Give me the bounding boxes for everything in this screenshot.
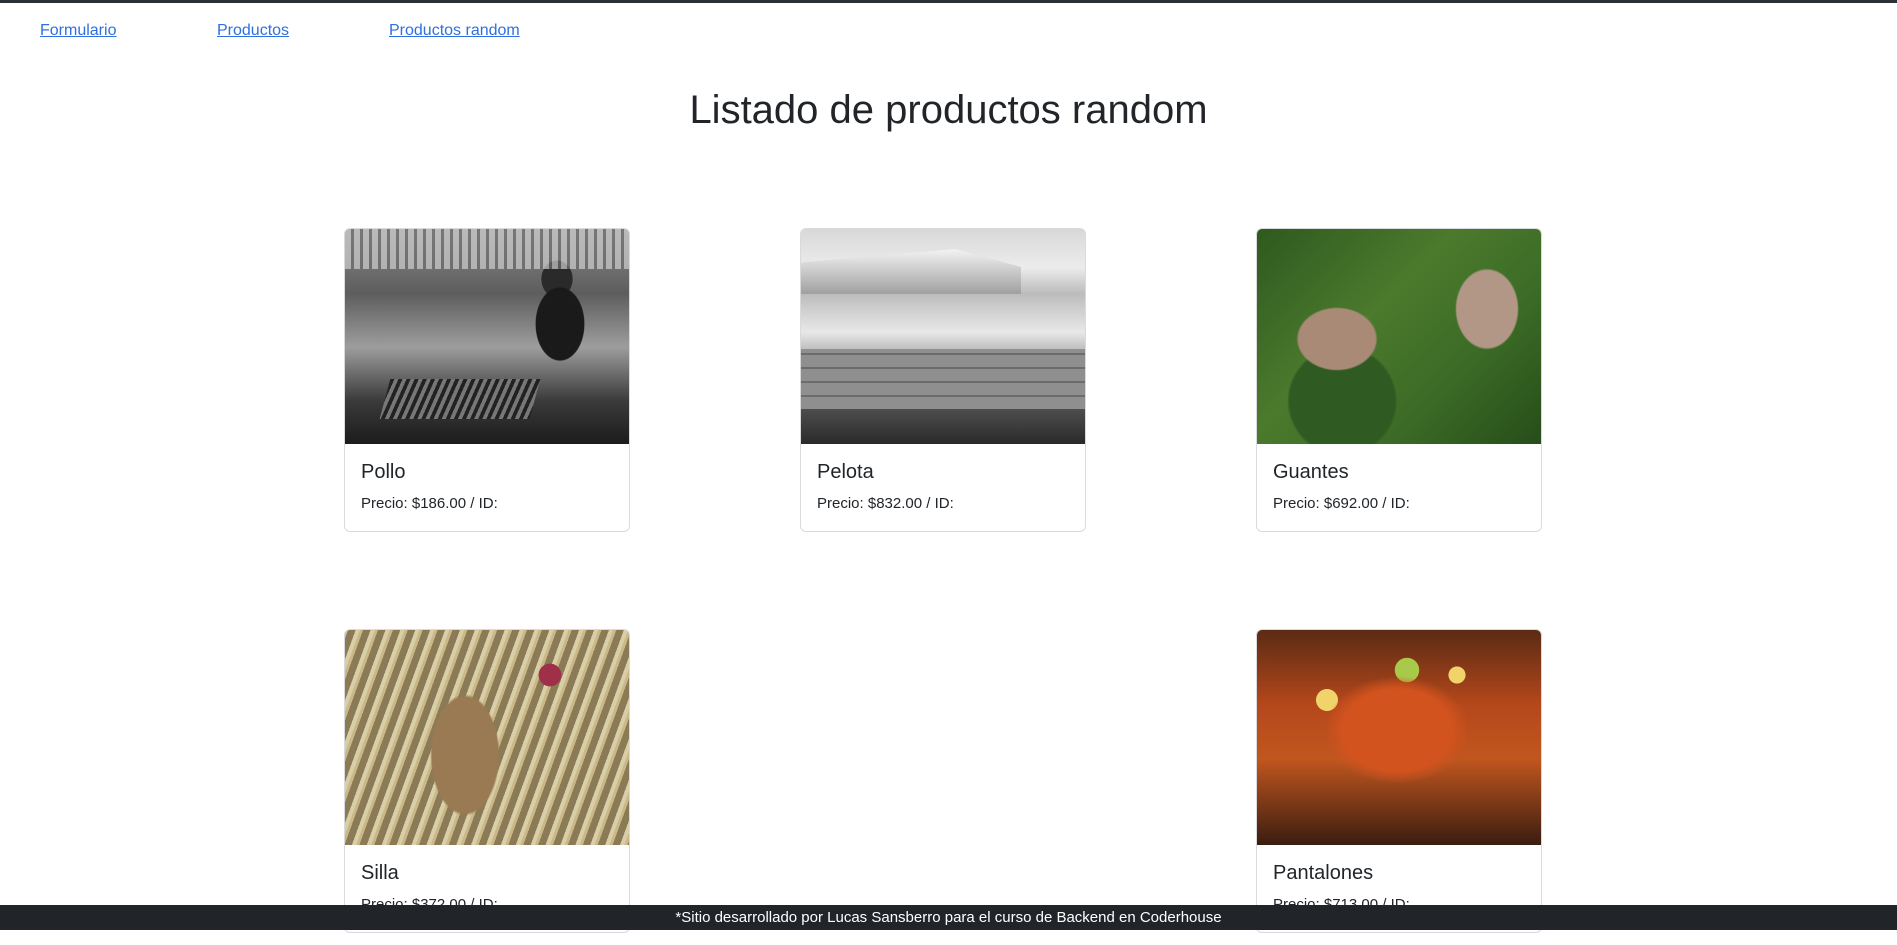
product-price: Precio: $186.00 / ID: xyxy=(361,495,498,512)
product-price: Precio: $692.00 / ID: xyxy=(1273,495,1410,512)
crayfish-photo xyxy=(1257,630,1541,845)
product-card: Pelota Precio: $832.00 / ID: xyxy=(800,228,1086,532)
chef-photo xyxy=(345,229,629,444)
product-card: Silla Precio: $372.00 / ID: xyxy=(344,629,630,933)
page-title: Listado de productos random xyxy=(689,88,1208,132)
product-card: Pantalones Precio: $713.00 / ID: xyxy=(1256,629,1542,933)
product-price: Precio: $832.00 / ID: xyxy=(817,495,954,512)
product-name: Guantes xyxy=(1273,461,1349,483)
product-name: Pantalones xyxy=(1273,862,1374,884)
card-body: Pollo Precio: $186.00 / ID: xyxy=(345,444,629,528)
harbor-photo xyxy=(801,229,1085,444)
card-body: Guantes Precio: $692.00 / ID: xyxy=(1257,444,1541,528)
nav-link-productos[interactable]: Productos xyxy=(217,22,289,40)
mushroom-photo xyxy=(1257,229,1541,444)
product-name: Silla xyxy=(361,862,399,884)
top-border xyxy=(0,0,1897,3)
squirrel-photo xyxy=(345,630,629,845)
card-body: Pelota Precio: $832.00 / ID: xyxy=(801,444,1085,528)
site-footer: *Sitio desarrollado por Lucas Sansberro … xyxy=(0,905,1897,930)
nav-link-productos-random[interactable]: Productos random xyxy=(389,22,520,40)
product-card: Pollo Precio: $186.00 / ID: xyxy=(344,228,630,532)
product-name: Pollo xyxy=(361,461,406,483)
product-name: Pelota xyxy=(817,461,874,483)
product-card: Guantes Precio: $692.00 / ID: xyxy=(1256,228,1542,532)
top-nav: Formulario Productos Productos random xyxy=(0,22,1897,46)
nav-link-formulario[interactable]: Formulario xyxy=(40,22,116,40)
